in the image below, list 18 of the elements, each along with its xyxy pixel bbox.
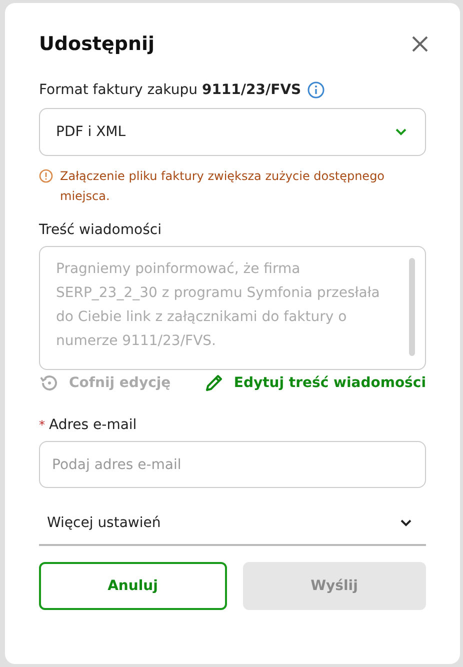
email-field[interactable]: Podaj adres e-mail — [39, 441, 426, 488]
email-label: Adres e-mail — [49, 417, 137, 433]
cancel-button[interactable]: Anuluj — [39, 562, 226, 610]
format-dropdown[interactable]: PDF i XML — [39, 108, 426, 156]
edit-message-button[interactable]: Edytuj treść wiadomości — [204, 373, 426, 393]
pencil-icon — [204, 373, 224, 393]
chevron-icon — [395, 128, 407, 136]
undo-icon — [39, 373, 59, 393]
more-settings-toggle[interactable]: Więcej ustawień — [39, 502, 426, 546]
message-label: Treść wiadomości — [39, 222, 162, 238]
info-icon[interactable] — [307, 81, 326, 99]
dialog-title: Udostępnij — [39, 33, 155, 55]
warning-text: Załączenie pliku faktury zwiększa zużycie dostępnego miejsca. — [60, 168, 386, 205]
close-icon[interactable] — [412, 36, 428, 52]
required-mark: * — [39, 418, 45, 432]
chevron-icon — [400, 519, 412, 527]
format-label: Format faktury zakupu 9111/23/FVS — [39, 82, 302, 98]
warning-icon — [39, 169, 53, 183]
